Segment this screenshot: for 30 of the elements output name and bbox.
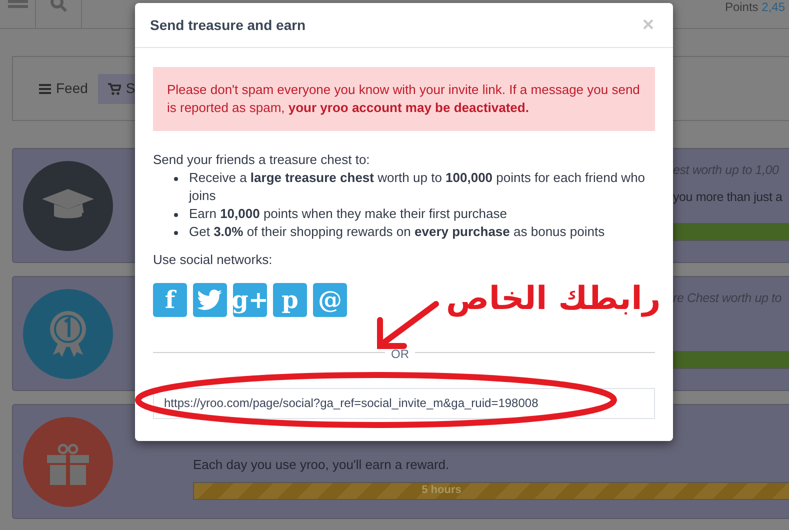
progress-label: 5 hours bbox=[422, 483, 462, 498]
points-value[interactable]: 2,45 bbox=[762, 0, 785, 14]
bullet-icon bbox=[174, 231, 178, 235]
card-text: you more than just a bbox=[673, 190, 782, 205]
list-icon bbox=[39, 84, 51, 94]
or-divider-text: OR bbox=[390, 348, 410, 360]
annotation-arrow bbox=[374, 300, 440, 350]
share-button[interactable]: g+ bbox=[233, 282, 267, 316]
share-button[interactable] bbox=[193, 282, 227, 316]
share-button[interactable]: f bbox=[153, 282, 187, 316]
intro-text: Send your friends a treasure chest to: bbox=[153, 151, 371, 169]
search-icon[interactable] bbox=[50, 0, 68, 14]
cart-icon bbox=[108, 82, 121, 94]
bullet-text: Earn 10,000 points when they make their first purchase bbox=[189, 205, 507, 223]
share-button[interactable]: @ bbox=[313, 282, 347, 316]
card-text: Each day you use yroo, you'll earn a reward. bbox=[193, 456, 450, 474]
bullet-text: Get 3.0% of their shopping rewards on every purchase as bonus points bbox=[189, 223, 605, 241]
social-label: Use social networks: bbox=[153, 251, 274, 269]
close-button[interactable]: × bbox=[642, 15, 654, 35]
annotation-text: رابطك الخاص bbox=[446, 278, 661, 319]
spam-warning: Please don't spam everyone you know with your invite link. If a message you send is reported as spam, your yroo account may be deactivated. bbox=[153, 67, 655, 131]
modal-title: Send treasure and earn bbox=[150, 16, 306, 34]
menu-icon[interactable] bbox=[8, 0, 28, 8]
bullet-icon bbox=[174, 213, 178, 217]
points-label: Points bbox=[724, 0, 758, 14]
bird-icon bbox=[197, 288, 223, 310]
invite-url-field[interactable]: https://yroo.com/page/social?ga_ref=social_invite_m&ga_ruid=198008 bbox=[153, 388, 655, 418]
feed-tab[interactable]: Feed bbox=[37, 74, 90, 104]
bullet-icon bbox=[174, 177, 178, 181]
share-button[interactable]: p bbox=[273, 282, 307, 316]
